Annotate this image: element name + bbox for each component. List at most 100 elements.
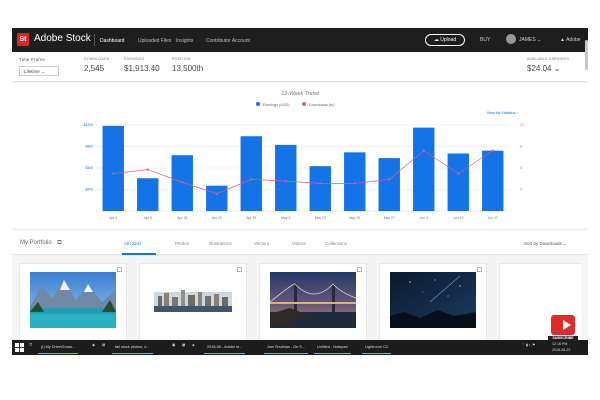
earnings-bar (102, 125, 124, 211)
tab-all[interactable]: All (224) (124, 241, 141, 246)
downloads-point (181, 181, 184, 184)
x-tick-label: May 27 (384, 216, 395, 220)
brand-name[interactable]: Adobe Stock (34, 33, 91, 44)
earnings-label: EARNINGS (124, 57, 145, 61)
youtube-subscribe-overlay[interactable]: SUBSCRIBE (548, 315, 578, 343)
x-tick-label: Apr 8 (144, 216, 152, 220)
browser-viewport: St Adobe Stock Dashboard Uploaded Files … (12, 28, 588, 355)
portfolio-title: My Portfolio ⧉ (20, 240, 62, 247)
x-tick-label: May 13 (315, 216, 326, 220)
chart-title: 12-Week Trend (281, 91, 319, 97)
nav-insights[interactable]: Insights (176, 38, 193, 44)
adobe-link[interactable]: ▲ Adobe (560, 37, 581, 43)
tab-illustrations[interactable]: Illustrations (209, 241, 232, 246)
clock-date[interactable]: 2018-06-22 (552, 348, 570, 352)
earnings-bar (275, 144, 297, 211)
downloads-point (422, 149, 425, 152)
system-tray-icons[interactable]: ⌃ ▮ ◐ ⚑ (522, 343, 535, 347)
taskbar-app-spotify[interactable]: Joel Shulman - De S... (264, 341, 308, 354)
right-tick-label: 12 (520, 123, 524, 127)
user-menu[interactable]: JAMES ⌄ (519, 37, 541, 43)
upload-button[interactable]: ☁ Upload (425, 34, 465, 46)
trend-chart: 12-Week Trend Earnings (USD) Downloads (… (84, 91, 524, 220)
nav-uploaded-files[interactable]: Uploaded Files (138, 38, 171, 44)
downloads-label: DOWNLOADS (84, 57, 110, 61)
x-tick-label: Jun 10 (453, 216, 463, 220)
nav-dashboard[interactable]: Dashboard (100, 38, 124, 44)
legend-earnings[interactable]: Earnings (USD) (263, 103, 290, 107)
chrome-icon[interactable]: ◉ (92, 343, 95, 347)
windows-start-icon[interactable] (15, 343, 24, 352)
earnings-bar (344, 152, 366, 211)
external-link-icon[interactable]: ⧉ (57, 240, 61, 246)
left-tick-label: $200 (85, 188, 93, 192)
select-checkbox[interactable] (477, 267, 482, 272)
downloads-point (353, 182, 356, 185)
thumbnail-bridge-night[interactable] (270, 272, 356, 328)
taskbar-app-drive[interactable]: (I) My Drive\Gruas... (38, 341, 79, 354)
downloads-point (491, 149, 494, 152)
top-navigation-bar: St Adobe Stock Dashboard Uploaded Files … (12, 28, 588, 52)
timeframe-select[interactable]: Lifetime ⌄ (19, 66, 59, 76)
x-tick-label: Jun 3 (420, 216, 428, 220)
earnings-bar (206, 185, 228, 211)
earnings-bar (309, 166, 331, 211)
earnings-value: $1,913.40 (124, 64, 160, 73)
youtube-play-icon (551, 315, 575, 335)
app-icon[interactable]: ▣ (172, 343, 175, 347)
taskbar-app-notepad[interactable]: Untitled - Notepad (314, 341, 351, 354)
earnings-bar (413, 127, 435, 211)
app-icon[interactable]: ◈ (192, 343, 195, 347)
downloads-point (112, 172, 115, 175)
downloads-point (284, 180, 287, 183)
right-tick-label: 0 (520, 188, 522, 192)
tab-vectors[interactable]: Vectors (254, 241, 269, 246)
folder-icon[interactable]: ▤ (102, 343, 105, 347)
x-tick-label: Apr 22 (212, 216, 222, 220)
app-icon[interactable]: ▦ (182, 343, 185, 347)
available-earnings-value[interactable]: $24.04 ⌄ (527, 64, 560, 73)
task-view-icon[interactable]: ❐ (29, 343, 32, 347)
legend-downloads-swatch (302, 102, 306, 106)
page-scrollbar[interactable] (585, 40, 588, 70)
downloads-point (388, 178, 391, 181)
nav-buy[interactable]: BUY (480, 37, 490, 43)
taskbar-app-excel[interactable]: 2018-06 - Adobe st... (204, 341, 246, 354)
sort-dropdown[interactable]: Sort by Downloads ⌄ (524, 241, 567, 247)
position-value: 13,500th (172, 64, 204, 73)
stats-strip: Time Frame Lifetime ⌄ DOWNLOADS 2,545 EA… (12, 52, 588, 82)
nav-contributor-account[interactable]: Contributor Account (206, 38, 250, 44)
earnings-bar (447, 153, 469, 211)
tab-videos[interactable]: Videos (292, 241, 306, 246)
right-tick-label: 4 (520, 166, 522, 170)
x-tick-label: Jun 17 (488, 216, 498, 220)
adobe-stock-logo[interactable]: St (17, 33, 29, 46)
user-avatar[interactable] (506, 34, 516, 44)
taskbar-app-browser[interactable]: fall stock photos, e... (112, 341, 153, 354)
legend-downloads[interactable]: Downloads (to) (309, 103, 335, 107)
select-checkbox[interactable] (117, 267, 122, 272)
downloads-point (319, 182, 322, 185)
thumbnail-lake-mountains[interactable] (30, 272, 116, 328)
x-tick-label: Apr 1 (109, 216, 117, 220)
left-tick-label: $800 (85, 145, 93, 149)
select-checkbox[interactable] (357, 267, 362, 272)
downloads-point (457, 172, 460, 175)
tab-photos[interactable]: Photos (175, 241, 189, 246)
subscribe-label: SUBSCRIBE (548, 336, 578, 340)
x-tick-label: Apr 29 (246, 216, 256, 220)
trend-chart-panel: 12-Week Trend Earnings (USD) Downloads (… (12, 83, 588, 228)
adobe-label: Adobe (566, 37, 581, 43)
select-checkbox[interactable] (237, 267, 242, 272)
right-tick-label: 8 (520, 145, 522, 149)
thumbnail-night-sky[interactable] (390, 272, 476, 328)
earnings-bar (482, 150, 504, 211)
left-tick-label: $400 (85, 166, 93, 170)
portfolio-header: My Portfolio ⧉ All (224) Photos Illustra… (12, 231, 588, 255)
thumbnail-city-skyline[interactable] (150, 272, 236, 328)
taskbar-app-lightroom[interactable]: Lightroom CC (362, 341, 392, 354)
tab-collections[interactable]: Collections (325, 241, 347, 246)
left-tick-label: $1200 (84, 123, 94, 127)
view-statistics-link[interactable]: View My Statistics › (487, 111, 519, 115)
earnings-bar (378, 158, 400, 211)
